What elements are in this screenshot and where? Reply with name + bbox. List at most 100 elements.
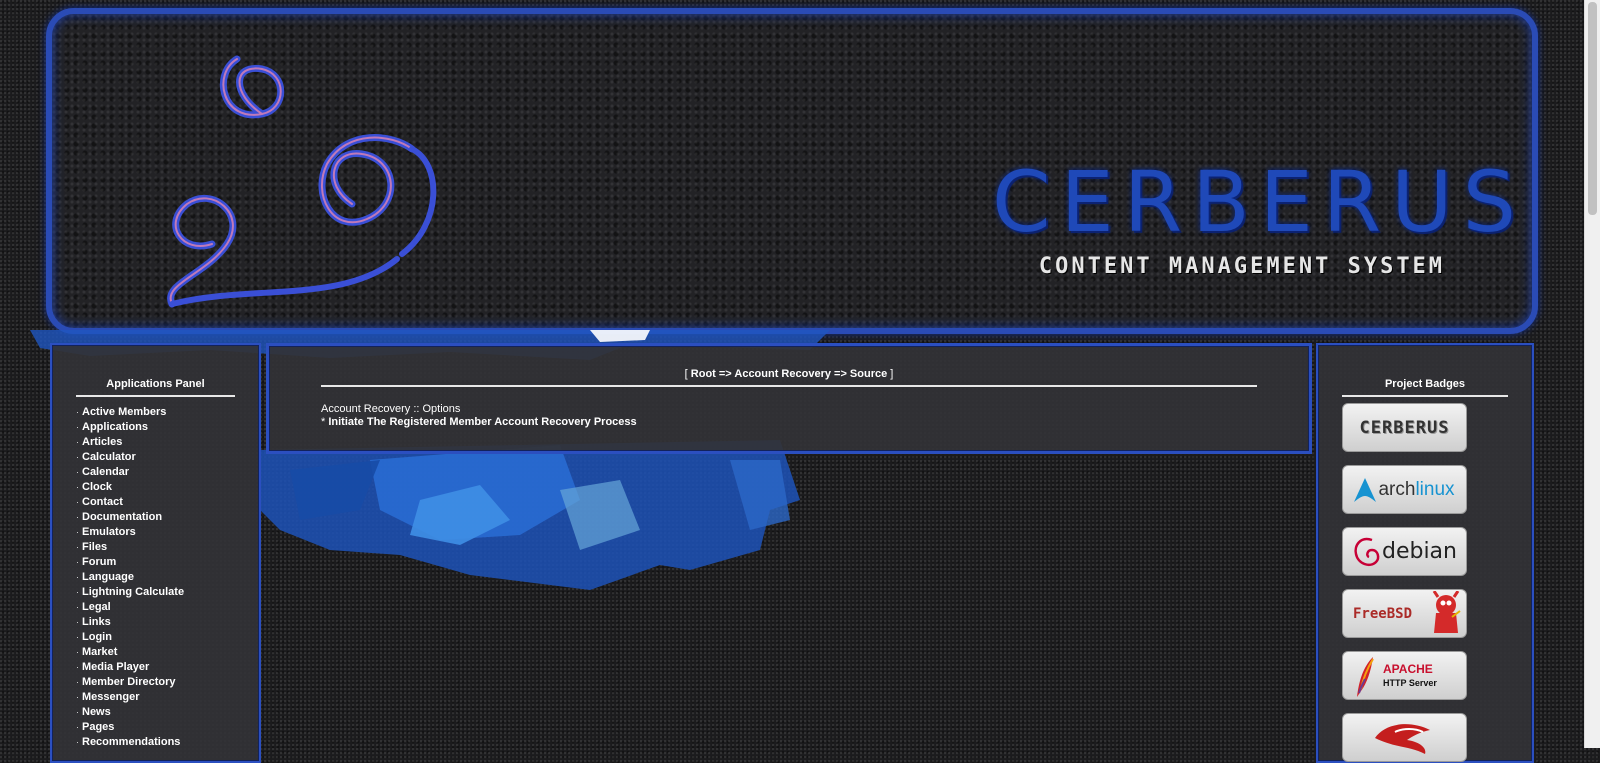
- menu-item: · News: [76, 705, 259, 720]
- menu-link-pages[interactable]: Pages: [82, 721, 114, 733]
- recovery-option-row: * Initiate The Registered Member Account…: [321, 416, 1309, 429]
- menu-item: · Files: [76, 540, 259, 555]
- breadcrumb-open-bracket: [: [684, 368, 688, 380]
- archlinux-logo-icon: [1354, 477, 1377, 502]
- menu-link-forum[interactable]: Forum: [82, 556, 116, 568]
- breadcrumb: [ Root => Account Recovery => Source ]: [269, 368, 1309, 380]
- menu-item: · Applications: [76, 420, 259, 435]
- bullet-icon: ·: [76, 407, 79, 417]
- brand-subtitle: CONTENT MANAGEMENT SYSTEM: [1038, 254, 1446, 279]
- bullet-icon: ·: [76, 707, 79, 717]
- menu-item: · Legal: [76, 600, 259, 615]
- menu-link-contact[interactable]: Contact: [82, 496, 123, 508]
- freebsd-badge-text: FreeBSD: [1353, 605, 1413, 622]
- menu-item: · Contact: [76, 495, 259, 510]
- breadcrumb-divider: [321, 385, 1257, 387]
- bullet-icon: ·: [76, 647, 79, 657]
- bullet-icon: ·: [76, 632, 79, 642]
- menu-link-calendar[interactable]: Calendar: [82, 466, 129, 478]
- bullet-icon: ·: [76, 452, 79, 462]
- bullet-icon: ·: [76, 602, 79, 612]
- menu-item: · Clock: [76, 480, 259, 495]
- bullet-icon: ·: [76, 542, 79, 552]
- brand-title: CERBERUS: [992, 153, 1526, 251]
- beastie-mascot-icon: [1432, 590, 1461, 633]
- options-heading: Account Recovery :: Options: [321, 403, 461, 415]
- vertical-scrollbar[interactable]: [1584, 0, 1600, 748]
- apache-badge-text-block: APACHE HTTP Server: [1383, 662, 1437, 690]
- brand-block: CERBERUS CONTENT MANAGEMENT SYSTEM: [992, 153, 1526, 279]
- menu-item: · Emulators: [76, 525, 259, 540]
- bullet-icon: ·: [76, 722, 79, 732]
- bullet-icon: ·: [76, 677, 79, 687]
- cerberus-badge[interactable]: CERBERUS: [1342, 403, 1467, 452]
- debian-badge[interactable]: debian: [1342, 527, 1467, 576]
- bullet-icon: ·: [76, 437, 79, 447]
- bullet-icon: ·: [76, 467, 79, 477]
- apache-badge[interactable]: APACHE HTTP Server: [1342, 651, 1467, 700]
- menu-item: · Pages: [76, 720, 259, 735]
- menu-item: · Media Player: [76, 660, 259, 675]
- menu-link-links[interactable]: Links: [82, 616, 111, 628]
- menu-link-articles[interactable]: Articles: [82, 436, 122, 448]
- bullet-icon: ·: [76, 497, 79, 507]
- menu-item: · Login: [76, 630, 259, 645]
- menu-link-applications[interactable]: Applications: [82, 421, 148, 433]
- applications-menu: · Active Members · Applications · Articles · Ca…: [76, 405, 259, 750]
- bullet-icon: ·: [76, 527, 79, 537]
- menu-item: · Articles: [76, 435, 259, 450]
- menu-item: · Forum: [76, 555, 259, 570]
- bullet-icon: ·: [76, 557, 79, 567]
- initiate-recovery-link[interactable]: Initiate The Registered Member Account R…: [328, 416, 636, 428]
- menu-item: · Market: [76, 645, 259, 660]
- menu-link-clock[interactable]: Clock: [82, 481, 112, 493]
- menu-item: · Links: [76, 615, 259, 630]
- menu-item: · Active Members: [76, 405, 259, 420]
- menu-link-lightning-calculate[interactable]: Lightning Calculate: [82, 586, 184, 598]
- recovery-options: Account Recovery :: Options * Initiate T…: [321, 403, 1309, 429]
- freebsd-badge[interactable]: FreeBSD: [1342, 589, 1467, 638]
- project-badges-title: Project Badges: [1342, 378, 1508, 397]
- menu-link-calculator[interactable]: Calculator: [82, 451, 136, 463]
- menu-link-media-player[interactable]: Media Player: [82, 661, 149, 673]
- debian-swirl-icon: [1354, 537, 1380, 566]
- netbsd-flag-icon: [1374, 723, 1430, 754]
- bullet-icon: ·: [76, 572, 79, 582]
- applications-panel: Applications Panel · Active Members · Appli…: [50, 343, 261, 763]
- bullet-icon: ·: [76, 512, 79, 522]
- bullet-icon: ·: [76, 737, 79, 747]
- menu-link-market[interactable]: Market: [82, 646, 117, 658]
- menu-link-active-members[interactable]: Active Members: [82, 406, 166, 418]
- breadcrumb-close-bracket: ]: [890, 368, 894, 380]
- cerberus-badge-text: CERBERUS: [1359, 417, 1450, 438]
- menu-link-legal[interactable]: Legal: [82, 601, 111, 613]
- project-badges-panel: Project Badges CERBERUS arch linux debia…: [1316, 343, 1534, 763]
- archlinux-badge[interactable]: arch linux: [1342, 465, 1467, 514]
- scrollbar-thumb[interactable]: [1588, 2, 1597, 215]
- menu-link-news[interactable]: News: [82, 706, 111, 718]
- archlinux-badge-text-b: linux: [1415, 478, 1455, 500]
- menu-item: · Documentation: [76, 510, 259, 525]
- menu-link-emulators[interactable]: Emulators: [82, 526, 136, 538]
- apache-feather-icon: [1357, 656, 1374, 697]
- archlinux-badge-text-a: arch: [1378, 478, 1416, 500]
- menu-link-member-directory[interactable]: Member Directory: [82, 676, 176, 688]
- decorative-splash: [260, 440, 800, 590]
- bullet-icon: ·: [76, 482, 79, 492]
- menu-link-messenger[interactable]: Messenger: [82, 691, 139, 703]
- netbsd-badge[interactable]: [1342, 713, 1467, 762]
- menu-link-recommendations[interactable]: Recommendations: [82, 736, 180, 748]
- apache-badge-text-b: HTTP Server: [1383, 677, 1437, 688]
- bullet-icon: ·: [76, 692, 79, 702]
- menu-link-login[interactable]: Login: [82, 631, 112, 643]
- menu-link-documentation[interactable]: Documentation: [82, 511, 162, 523]
- badge-list: CERBERUS arch linux debian FreeBSD APACH…: [1342, 403, 1532, 762]
- debian-badge-text: debian: [1381, 539, 1457, 564]
- menu-item: · Calendar: [76, 465, 259, 480]
- menu-item: · Language: [76, 570, 259, 585]
- menu-link-language[interactable]: Language: [82, 571, 134, 583]
- menu-link-files[interactable]: Files: [82, 541, 107, 553]
- triskelion-logo-icon: [167, 55, 437, 308]
- applications-panel-title: Applications Panel: [76, 378, 235, 397]
- breadcrumb-path: Root => Account Recovery => Source: [690, 368, 888, 380]
